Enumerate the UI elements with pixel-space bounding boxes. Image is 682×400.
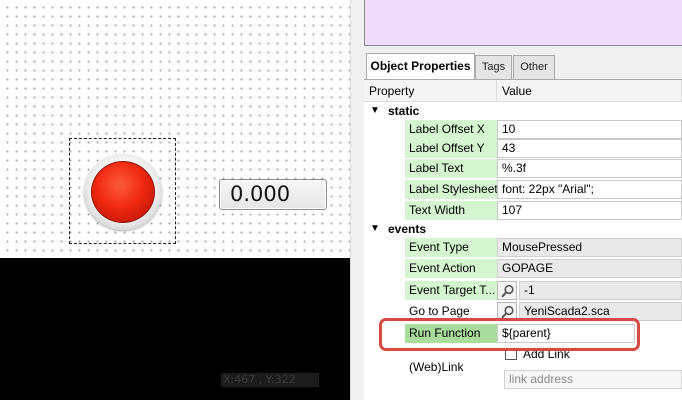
link-address-field[interactable]: link address	[504, 370, 682, 389]
event-action-select[interactable]: GOPAGE	[497, 259, 682, 278]
group-static[interactable]: ▼ static	[364, 102, 682, 120]
property-value-input[interactable]: font: 22px "Arial";	[497, 180, 682, 199]
property-name: Label Offset X	[405, 120, 497, 139]
search-icon[interactable]	[497, 281, 517, 300]
property-row-label-stylesheet[interactable]: Label Stylesheet font: 22px "Arial";	[364, 180, 682, 200]
preview-panel	[364, 0, 682, 46]
chevron-down-icon[interactable]: ▼	[370, 102, 380, 120]
tab-object-properties[interactable]: Object Properties	[366, 53, 475, 79]
property-row-event-target[interactable]: Event Target T... -1	[364, 281, 682, 301]
property-name: Label Stylesheet	[405, 180, 497, 199]
group-label: events	[388, 222, 427, 236]
coordinate-readout: X:467 , Y:322	[221, 373, 319, 387]
property-row-label-offset-y[interactable]: Label Offset Y 43	[364, 139, 682, 159]
property-name: Text Width	[405, 201, 497, 220]
property-name: Event Action	[405, 259, 497, 278]
property-name: Label Text	[405, 159, 497, 178]
group-events[interactable]: ▼ events	[364, 220, 682, 238]
property-row-event-action[interactable]: Event Action GOPAGE	[364, 259, 682, 279]
numeric-display[interactable]: 0.000	[219, 179, 327, 210]
tab-other[interactable]: Other	[513, 55, 555, 79]
property-row-text-width[interactable]: Text Width 107	[364, 201, 682, 221]
design-canvas[interactable]: 0.000	[0, 0, 350, 258]
column-header-value[interactable]: Value	[497, 80, 682, 102]
column-header-property[interactable]: Property	[364, 80, 497, 102]
property-name: Event Type	[405, 238, 497, 257]
led-red-lamp	[91, 161, 155, 223]
property-row-event-type[interactable]: Event Type MousePressed	[364, 238, 682, 258]
property-value-input[interactable]: 10	[497, 120, 682, 139]
event-target-value[interactable]: -1	[519, 281, 682, 300]
properties-tabbar: Object Properties Tags Other	[364, 53, 682, 79]
property-table: Property Value ▼ static Label Offset X 1…	[364, 79, 682, 400]
property-row-label-offset-x[interactable]: Label Offset X 10	[364, 120, 682, 140]
event-type-select[interactable]: MousePressed	[497, 238, 682, 257]
highlight-annotation	[379, 318, 640, 351]
property-value-input[interactable]: 107	[497, 201, 682, 220]
canvas-vertical-scrollbar[interactable]	[350, 0, 364, 400]
led-indicator[interactable]	[84, 154, 162, 230]
property-name: Event Target T...	[405, 281, 497, 300]
group-label: static	[388, 104, 420, 118]
property-row-link-address[interactable]: link address	[364, 370, 682, 390]
property-name: Label Offset Y	[405, 139, 497, 158]
tab-tags[interactable]: Tags	[475, 55, 512, 79]
property-value-input[interactable]: %.3f	[497, 159, 682, 178]
property-row-label-text[interactable]: Label Text %.3f	[364, 159, 682, 179]
chevron-down-icon[interactable]: ▼	[370, 220, 380, 238]
property-value-input[interactable]: 43	[497, 139, 682, 158]
